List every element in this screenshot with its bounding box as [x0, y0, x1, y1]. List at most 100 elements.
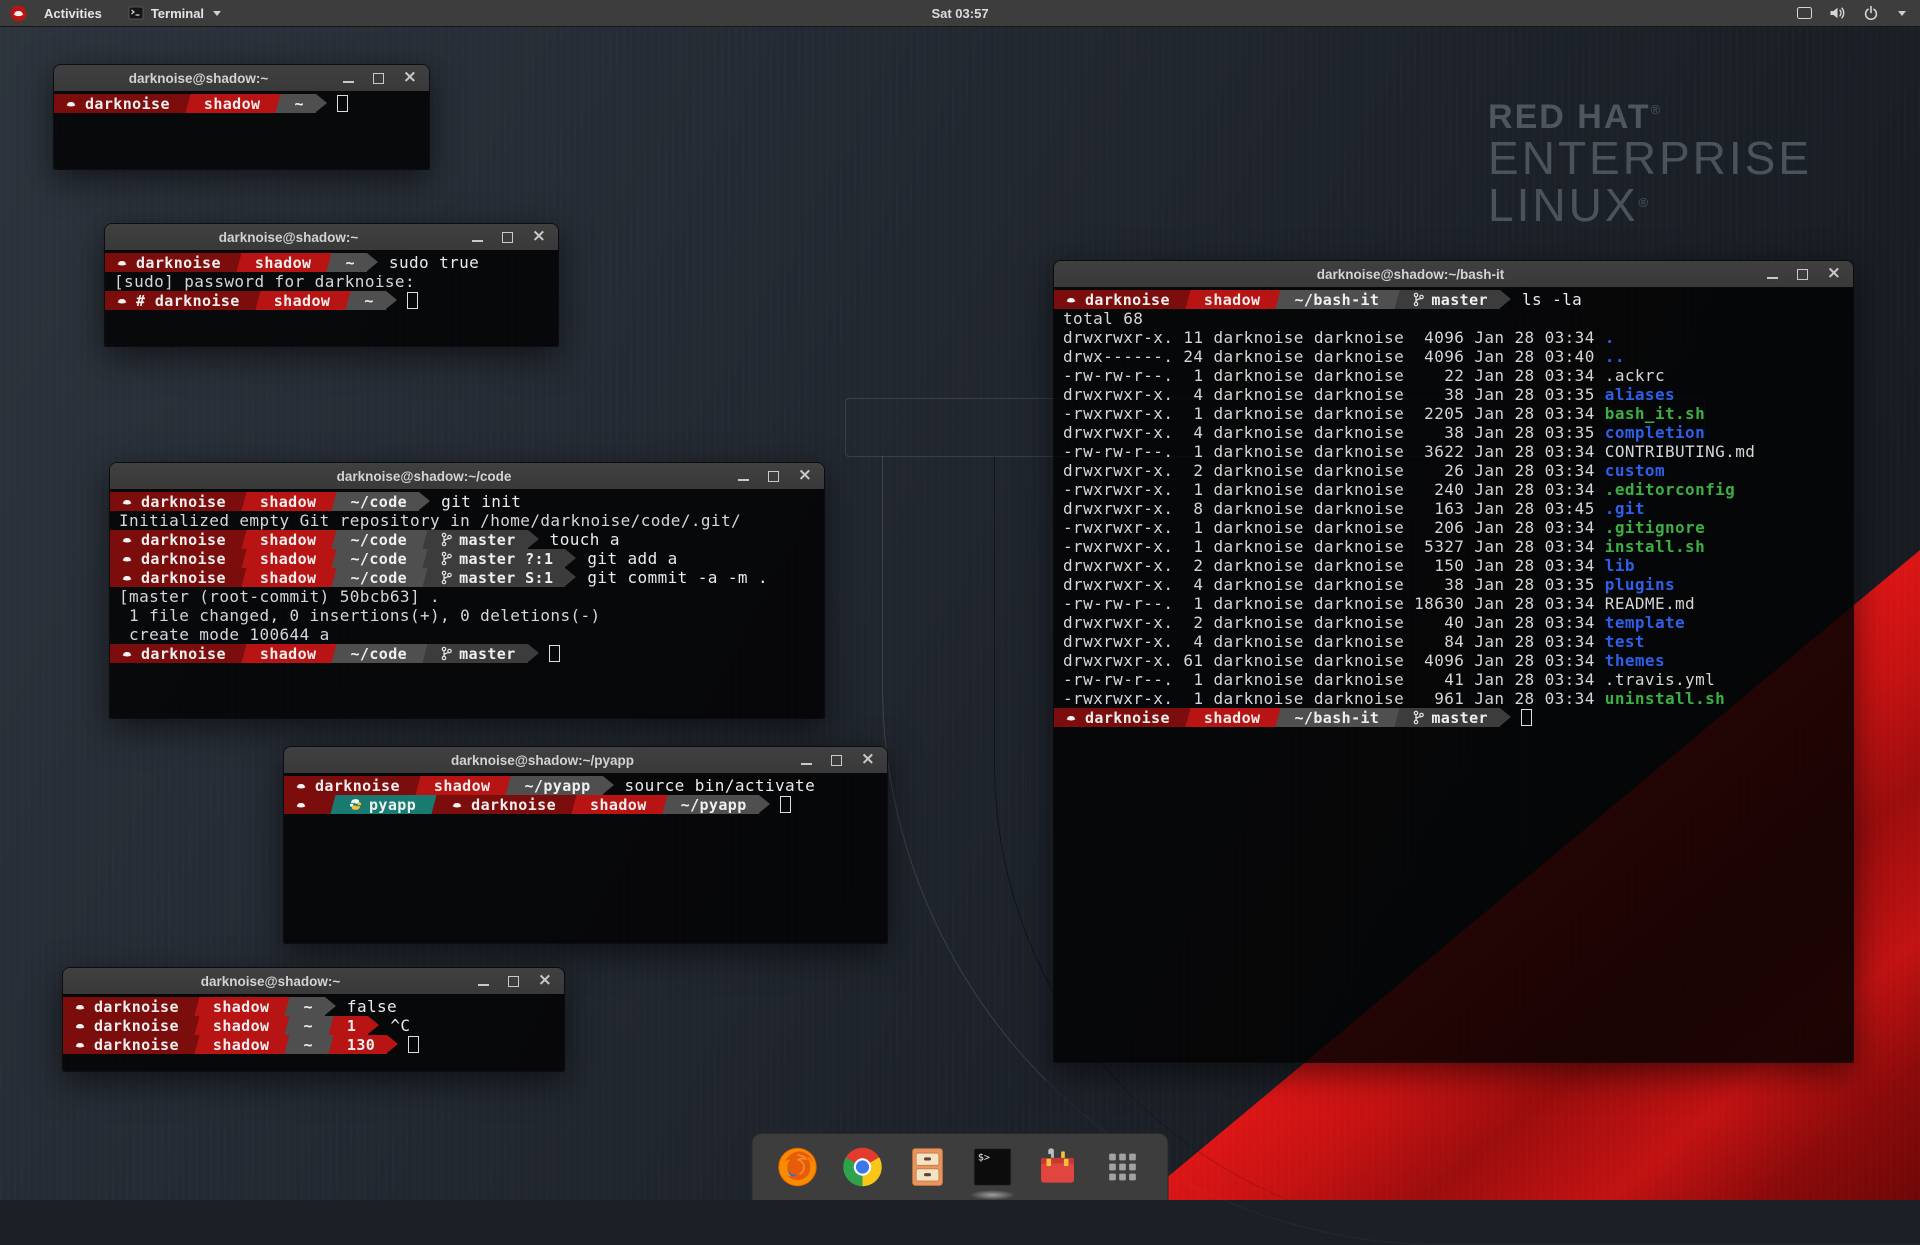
powerline-segment: ~/pyapp [514, 776, 602, 795]
ls-row: -rw-rw-r--. 1 darknoise darknoise 3622 J… [1054, 442, 1853, 461]
dock-item-files[interactable] [905, 1144, 951, 1190]
powerline-segment: shadow [250, 549, 329, 568]
terminal-content[interactable]: darknoiseshadow~/bash-itmasterls -latota… [1054, 287, 1853, 1062]
dock-item-chrome[interactable] [840, 1144, 886, 1190]
terminal-output-line: total 68 [1054, 309, 1853, 328]
powerline-segment: darknoise [63, 997, 191, 1016]
dock-item-toolbox[interactable] [1035, 1144, 1081, 1190]
ls-row-meta: drwxrwxr-x. 4 darknoise darknoise 38 Jan… [1063, 423, 1605, 442]
segment-separator [327, 795, 339, 814]
close-button[interactable]: × [1827, 265, 1841, 282]
titlebar[interactable]: darknoise@shadow:~/pyapp × [284, 747, 887, 774]
titlebar[interactable]: darknoise@shadow:~/code × [110, 463, 824, 490]
close-button[interactable]: × [798, 467, 812, 484]
dock-item-app-grid[interactable] [1100, 1144, 1146, 1190]
segment-separator [191, 1035, 203, 1054]
titlebar[interactable]: darknoise@shadow:~/bash-it × [1054, 261, 1853, 288]
terminal-content[interactable]: darknoiseshadow~falsedarknoiseshadow~1^C… [63, 994, 564, 1071]
terminal-window-code[interactable]: darknoise@shadow:~/code × darknoiseshado… [109, 462, 825, 719]
ls-row-meta: -rw-rw-r--. 1 darknoise darknoise 18630 … [1063, 594, 1605, 613]
minimize-button[interactable] [738, 479, 749, 481]
dock-item-terminal[interactable]: $> [970, 1144, 1016, 1190]
clock[interactable]: Sat 03:57 [931, 6, 988, 21]
branch-icon [441, 551, 452, 566]
display-status-icon[interactable] [1797, 7, 1812, 19]
minimize-button[interactable] [343, 81, 354, 83]
prompt-line: darknoiseshadow~ [54, 94, 429, 113]
close-button[interactable]: × [532, 228, 546, 245]
activities-button[interactable]: Activities [35, 0, 111, 26]
maximize-button[interactable] [373, 73, 384, 84]
app-menu-terminal[interactable]: Terminal [119, 0, 230, 26]
terminal-mini-icon [128, 6, 144, 20]
ls-filename: test [1605, 632, 1645, 651]
redhat-icon [1064, 293, 1078, 307]
powerline-segment: pyapp [339, 795, 428, 814]
ls-row-meta: drwxrwxr-x. 2 darknoise darknoise 40 Jan… [1063, 613, 1605, 632]
dock-item-firefox[interactable] [775, 1144, 821, 1190]
terminal-content[interactable]: darknoiseshadow~/pyappsource bin/activat… [284, 773, 887, 943]
redhat-icon [294, 779, 308, 793]
powerline-segment: ~ [293, 997, 324, 1016]
powerline-segment: ~/pyapp [671, 795, 759, 814]
prompt-arrow [419, 492, 430, 510]
minimize-button[interactable] [1767, 277, 1778, 279]
titlebar[interactable]: darknoise@shadow:~ × [63, 968, 564, 995]
minimize-button[interactable] [801, 763, 812, 765]
ls-row-meta: -rwxrwxr-x. 1 darknoise darknoise 240 Ja… [1063, 480, 1605, 499]
segment-separator [281, 997, 293, 1016]
maximize-button[interactable] [1797, 269, 1808, 280]
volume-icon[interactable] [1829, 5, 1846, 21]
powerline-segment: shadow [250, 530, 329, 549]
maximize-button[interactable] [768, 471, 779, 482]
powerline-segment: shadow [203, 997, 282, 1016]
terminal-content[interactable]: darknoiseshadow~ [54, 91, 429, 169]
branch-icon [441, 646, 452, 661]
close-button[interactable]: × [403, 69, 417, 86]
terminal-content[interactable]: darknoiseshadow~sudo true[sudo] password… [105, 250, 558, 346]
registered-mark: ® [1651, 102, 1661, 117]
close-button[interactable]: × [538, 972, 552, 989]
command-text: ls -la [1522, 290, 1582, 309]
segment-separator [419, 549, 431, 568]
terminal-content[interactable]: darknoiseshadow~/codegit initInitialized… [110, 489, 824, 718]
ls-row: -rwxrwxr-x. 1 darknoise darknoise 206 Ja… [1054, 518, 1853, 537]
registered-mark: ® [1639, 195, 1649, 210]
terminal-window-sudo[interactable]: darknoise@shadow:~ × darknoiseshadow~sud… [104, 223, 559, 347]
minimize-button[interactable] [478, 984, 489, 986]
command-text: git add a [587, 549, 677, 568]
ls-filename: .editorconfig [1605, 480, 1735, 499]
ls-row-meta: drwxrwxr-x. 11 darknoise darknoise 4096 … [1063, 328, 1605, 347]
terminal-window-home-2[interactable]: darknoise@shadow:~ × darknoiseshadow~fal… [62, 967, 565, 1072]
window-title: darknoise@shadow:~ [105, 230, 472, 245]
titlebar[interactable]: darknoise@shadow:~ × [105, 224, 558, 251]
terminal-window-bash-it[interactable]: darknoise@shadow:~/bash-it × darknoisesh… [1053, 260, 1854, 1063]
segment-separator [323, 253, 335, 272]
prompt-arrow [759, 795, 770, 813]
segment-separator [1182, 290, 1194, 309]
prompt-arrow [565, 549, 576, 567]
close-button[interactable]: × [861, 751, 875, 768]
terminal-cursor [337, 95, 348, 112]
segment-separator [568, 795, 580, 814]
chevron-down-icon[interactable] [1898, 11, 1906, 16]
ls-row-meta: -rwxrwxr-x. 1 darknoise darknoise 2205 J… [1063, 404, 1605, 423]
distro-logo-icon[interactable] [10, 5, 27, 22]
maximize-button[interactable] [502, 232, 513, 243]
terminal-window-home-1[interactable]: darknoise@shadow:~ × darknoiseshadow~ [53, 64, 430, 170]
ls-filename: plugins [1605, 575, 1675, 594]
powerline-segment: master [431, 644, 528, 663]
terminal-window-pyapp[interactable]: darknoise@shadow:~/pyapp × darknoiseshad… [283, 746, 888, 944]
maximize-button[interactable] [508, 976, 519, 987]
powerline-segment: shadow [203, 1016, 282, 1035]
ls-row-meta: -rwxrwxr-x. 1 darknoise darknoise 206 Ja… [1063, 518, 1605, 537]
power-icon[interactable] [1863, 5, 1879, 21]
powerline-segment: ~/bash-it [1284, 290, 1391, 309]
maximize-button[interactable] [831, 755, 842, 766]
python-icon [349, 798, 362, 811]
app-menu-label: Terminal [151, 6, 204, 21]
powerline-segment: ~/code [340, 530, 419, 549]
terminal-output-line: Initialized empty Git repository in /hom… [110, 511, 824, 530]
titlebar[interactable]: darknoise@shadow:~ × [54, 65, 429, 92]
minimize-button[interactable] [472, 240, 483, 242]
